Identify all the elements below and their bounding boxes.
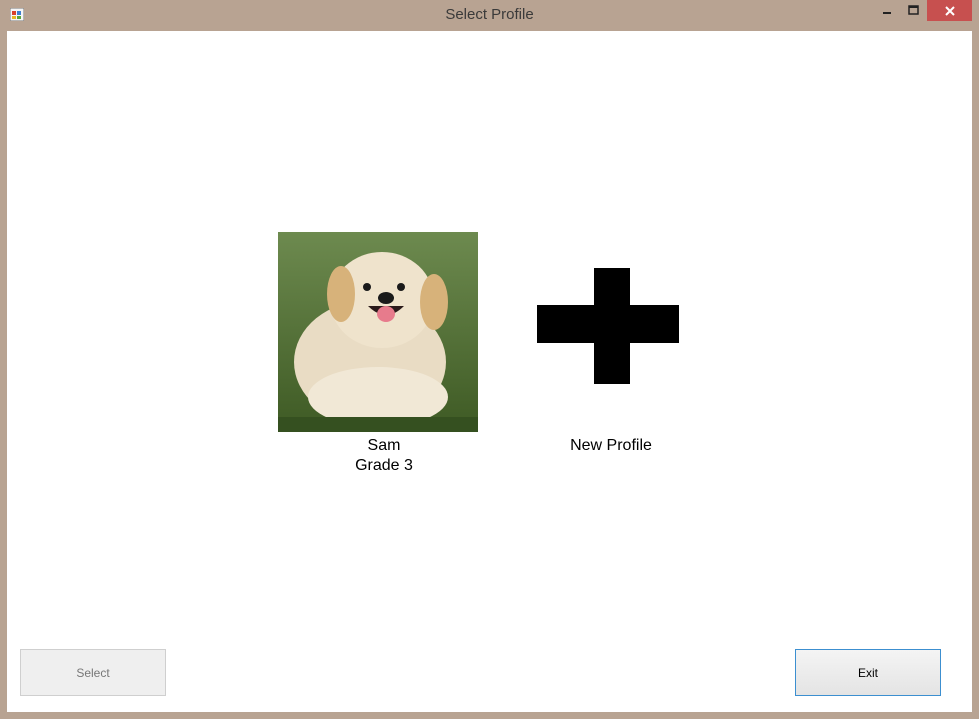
new-profile-label[interactable]: New Profile: [527, 436, 695, 456]
profile-window: Select Profile Sam Grade 3 New Profile S…: [0, 0, 979, 719]
maximize-button[interactable]: [901, 0, 927, 21]
profile-photo-sam[interactable]: [278, 232, 478, 432]
title-bar[interactable]: Select Profile: [0, 0, 979, 30]
select-button[interactable]: Select: [20, 649, 166, 696]
client-area: Sam Grade 3 New Profile Select Exit: [7, 31, 972, 712]
minimize-button[interactable]: [874, 0, 900, 21]
exit-button[interactable]: Exit: [795, 649, 941, 696]
close-button[interactable]: [927, 0, 972, 21]
plus-icon-bar: [537, 305, 679, 343]
profile-label-sam[interactable]: Sam Grade 3: [278, 436, 490, 476]
minimize-icon: [883, 11, 891, 14]
profile-name: Sam: [367, 437, 401, 454]
window-title: Select Profile: [445, 6, 534, 23]
maximize-icon: [908, 5, 919, 15]
new-profile-button[interactable]: [537, 268, 679, 384]
puppy-avatar-icon: [278, 232, 478, 432]
close-icon: [944, 5, 955, 16]
profile-grade: Grade 3: [355, 457, 413, 474]
